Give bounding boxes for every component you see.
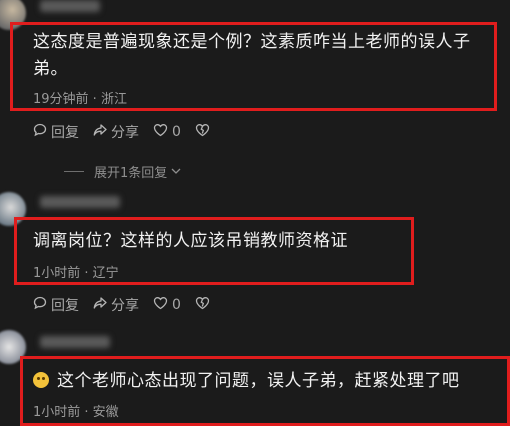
share-label: 分享 [111, 298, 139, 314]
reply-label: 回复 [51, 298, 79, 314]
like-count: 0 [172, 297, 181, 313]
like-count: 0 [172, 124, 181, 140]
comment-text: 调离岗位？这样的人应该吊销教师资格证 [33, 231, 348, 251]
comment-text: 这个老师心态出现了问题，误人子弟，赶紧处理了吧 [33, 368, 460, 395]
username-blurred[interactable] [40, 196, 120, 208]
reply-button[interactable]: 回复 [33, 122, 79, 142]
username-blurred[interactable] [40, 336, 110, 348]
dislike-button[interactable] [195, 296, 214, 314]
share-button[interactable]: 分享 [93, 122, 139, 142]
share-label: 分享 [111, 125, 139, 141]
chat-bubble-icon [33, 123, 47, 141]
comment-meta: 1小时前 · 辽宁 [33, 266, 119, 281]
comment-text-line: 这态度是普遍现象还是个例？这素质咋当上老师的误人子 [33, 32, 471, 52]
username-blurred[interactable] [40, 0, 100, 12]
reply-button[interactable]: 回复 [33, 295, 79, 315]
heart-icon [153, 296, 168, 314]
comment-meta: 1小时前 · 安徽 [33, 405, 119, 420]
share-arrow-icon [93, 123, 107, 141]
emoji-face-icon [33, 372, 49, 388]
like-button[interactable]: 0 [153, 296, 181, 314]
comment-actions: 回复 分享 0 [33, 122, 228, 142]
chat-bubble-icon [33, 296, 47, 314]
chevron-down-icon [171, 164, 181, 179]
share-arrow-icon [93, 296, 107, 314]
comment-actions: 回复 分享 0 [33, 295, 228, 315]
heart-icon [153, 123, 168, 141]
broken-heart-icon [195, 296, 210, 314]
dislike-button[interactable] [195, 123, 214, 141]
comment-text-line: 弟。 [33, 59, 68, 79]
like-button[interactable]: 0 [153, 123, 181, 141]
comment-meta: 19分钟前 · 浙江 [33, 92, 127, 107]
share-button[interactable]: 分享 [93, 295, 139, 315]
divider [64, 171, 84, 172]
expand-replies-label: 展开1条回复 [94, 166, 168, 181]
comment-text-content: 这个老师心态出现了问题，误人子弟，赶紧处理了吧 [57, 371, 460, 391]
comment-text: 这态度是普遍现象还是个例？这素质咋当上老师的误人子 弟。 [33, 29, 493, 83]
expand-replies[interactable]: 展开1条回复 [64, 162, 181, 181]
reply-label: 回复 [51, 125, 79, 141]
broken-heart-icon [195, 123, 210, 141]
